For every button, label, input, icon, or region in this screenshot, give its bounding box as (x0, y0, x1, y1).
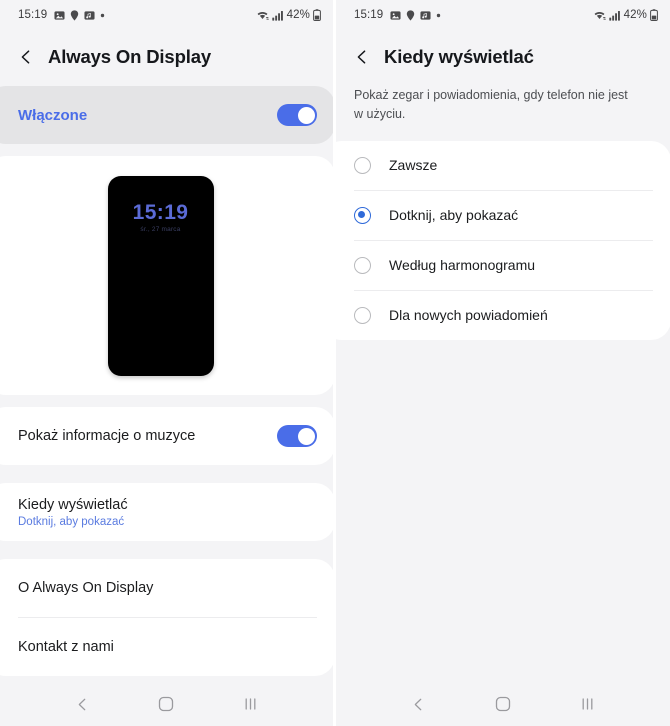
page-description: Pokaż zegar i powiadomienia, gdy telefon… (354, 88, 628, 122)
footer-links-card: O Always On Display Kontakt z nami (0, 559, 333, 676)
back-nav-icon[interactable] (398, 684, 438, 724)
master-toggle-switch[interactable] (277, 104, 317, 126)
about-aod-row[interactable]: O Always On Display (0, 559, 333, 617)
radio-icon[interactable] (354, 256, 371, 274)
master-toggle-card[interactable]: Włączone (0, 86, 333, 144)
page-title: Always On Display (48, 46, 211, 67)
back-chevron-icon[interactable] (18, 49, 34, 65)
right-phone-screen: 15:19 42% Kiedy wyświetlać Pokaż zegar i… (335, 0, 670, 726)
toggle-knob (297, 106, 315, 124)
when-to-show-text: Kiedy wyświetlać Dotknij, aby pokazać (18, 497, 128, 528)
music-info-card[interactable]: Pokaż informacje o muzyce (0, 407, 333, 465)
left-title-bar: Always On Display (0, 30, 333, 86)
screenshot-root: 15:19 42% Always On Display Włączone 15:… (0, 0, 670, 726)
radio-icon-selected[interactable] (354, 206, 371, 224)
back-nav-icon[interactable] (62, 684, 102, 724)
status-bar-left-group: 15:19 (18, 9, 105, 21)
radio-icon[interactable] (354, 306, 371, 324)
radio-icon[interactable] (354, 156, 371, 174)
music-note-icon (420, 10, 431, 21)
status-bar-right-group: 42% (256, 9, 321, 21)
status-time: 15:19 (354, 9, 384, 21)
when-to-show-row[interactable]: Kiedy wyświetlać Dotknij, aby pokazać (0, 483, 333, 541)
status-bar-left-group: 15:19 (354, 9, 441, 21)
master-toggle-label: Włączone (18, 106, 88, 124)
when-to-show-value: Dotknij, aby pokazać (18, 515, 125, 528)
option-label: Zawsze (389, 157, 438, 174)
option-row-harmonogram[interactable]: Według harmonogramu (336, 241, 670, 290)
signal-icon (271, 10, 283, 21)
preview-date: śr., 27 marca (140, 225, 181, 233)
battery-icon (313, 9, 321, 21)
music-note-icon (84, 10, 95, 21)
right-title-bar: Kiedy wyświetlać (336, 30, 670, 86)
battery-icon (650, 9, 658, 21)
nav-bar-right (336, 682, 670, 726)
signal-icon (608, 10, 620, 21)
status-bar-right-group: 42% (593, 9, 658, 21)
about-aod-label: O Always On Display (18, 580, 154, 596)
music-info-row[interactable]: Pokaż informacje o muzyce (0, 407, 333, 465)
option-label: Według harmonogramu (389, 257, 536, 274)
option-label: Dotknij, aby pokazać (389, 207, 519, 224)
gap (0, 395, 333, 407)
gap (0, 541, 333, 559)
music-info-toggle[interactable] (277, 425, 317, 447)
dot-icon (436, 13, 441, 18)
options-card: Zawsze Dotknij, aby pokazać Według harmo… (336, 140, 670, 340)
nav-bar-left (0, 682, 333, 726)
location-icon (70, 9, 79, 21)
status-bar-left: 15:19 42% (0, 0, 333, 30)
aod-preview-card[interactable]: 15:19 śr., 27 marca (0, 156, 333, 395)
status-bar-right: 15:19 42% (336, 0, 670, 30)
when-to-show-card[interactable]: Kiedy wyświetlać Dotknij, aby pokazać (0, 483, 333, 541)
battery-percent: 42% (623, 9, 647, 21)
preview-clock: 15:19 (132, 200, 189, 224)
dot-icon (100, 13, 105, 18)
gallery-icon (54, 10, 65, 21)
location-icon (406, 9, 415, 21)
gallery-icon (390, 10, 401, 21)
gap (0, 465, 333, 483)
when-to-show-label: Kiedy wyświetlać (18, 496, 128, 513)
home-nav-icon[interactable] (483, 684, 523, 724)
contact-us-label: Kontakt z nami (18, 639, 114, 655)
music-info-label: Pokaż informacje o muzyce (18, 428, 196, 444)
option-row-dotknij[interactable]: Dotknij, aby pokazać (336, 191, 670, 240)
back-chevron-icon[interactable] (354, 49, 370, 65)
wifi-icon (256, 10, 269, 21)
toggle-knob (297, 427, 315, 445)
wifi-icon (593, 10, 606, 21)
left-phone-screen: 15:19 42% Always On Display Włączone 15:… (0, 0, 335, 726)
home-nav-icon[interactable] (146, 684, 186, 724)
option-label: Dla nowych powiadomień (389, 307, 548, 324)
page-title: Kiedy wyświetlać (384, 46, 534, 67)
option-row-powiadomienia[interactable]: Dla nowych powiadomień (336, 291, 670, 340)
recents-nav-icon[interactable] (231, 684, 271, 724)
phone-preview: 15:19 śr., 27 marca (107, 175, 214, 376)
option-row-zawsze[interactable]: Zawsze (336, 141, 670, 190)
recents-nav-icon[interactable] (568, 684, 608, 724)
master-toggle-row[interactable]: Włączone (0, 86, 333, 144)
status-time: 15:19 (18, 9, 48, 21)
battery-percent: 42% (286, 9, 310, 21)
contact-us-row[interactable]: Kontakt z nami (0, 618, 333, 676)
